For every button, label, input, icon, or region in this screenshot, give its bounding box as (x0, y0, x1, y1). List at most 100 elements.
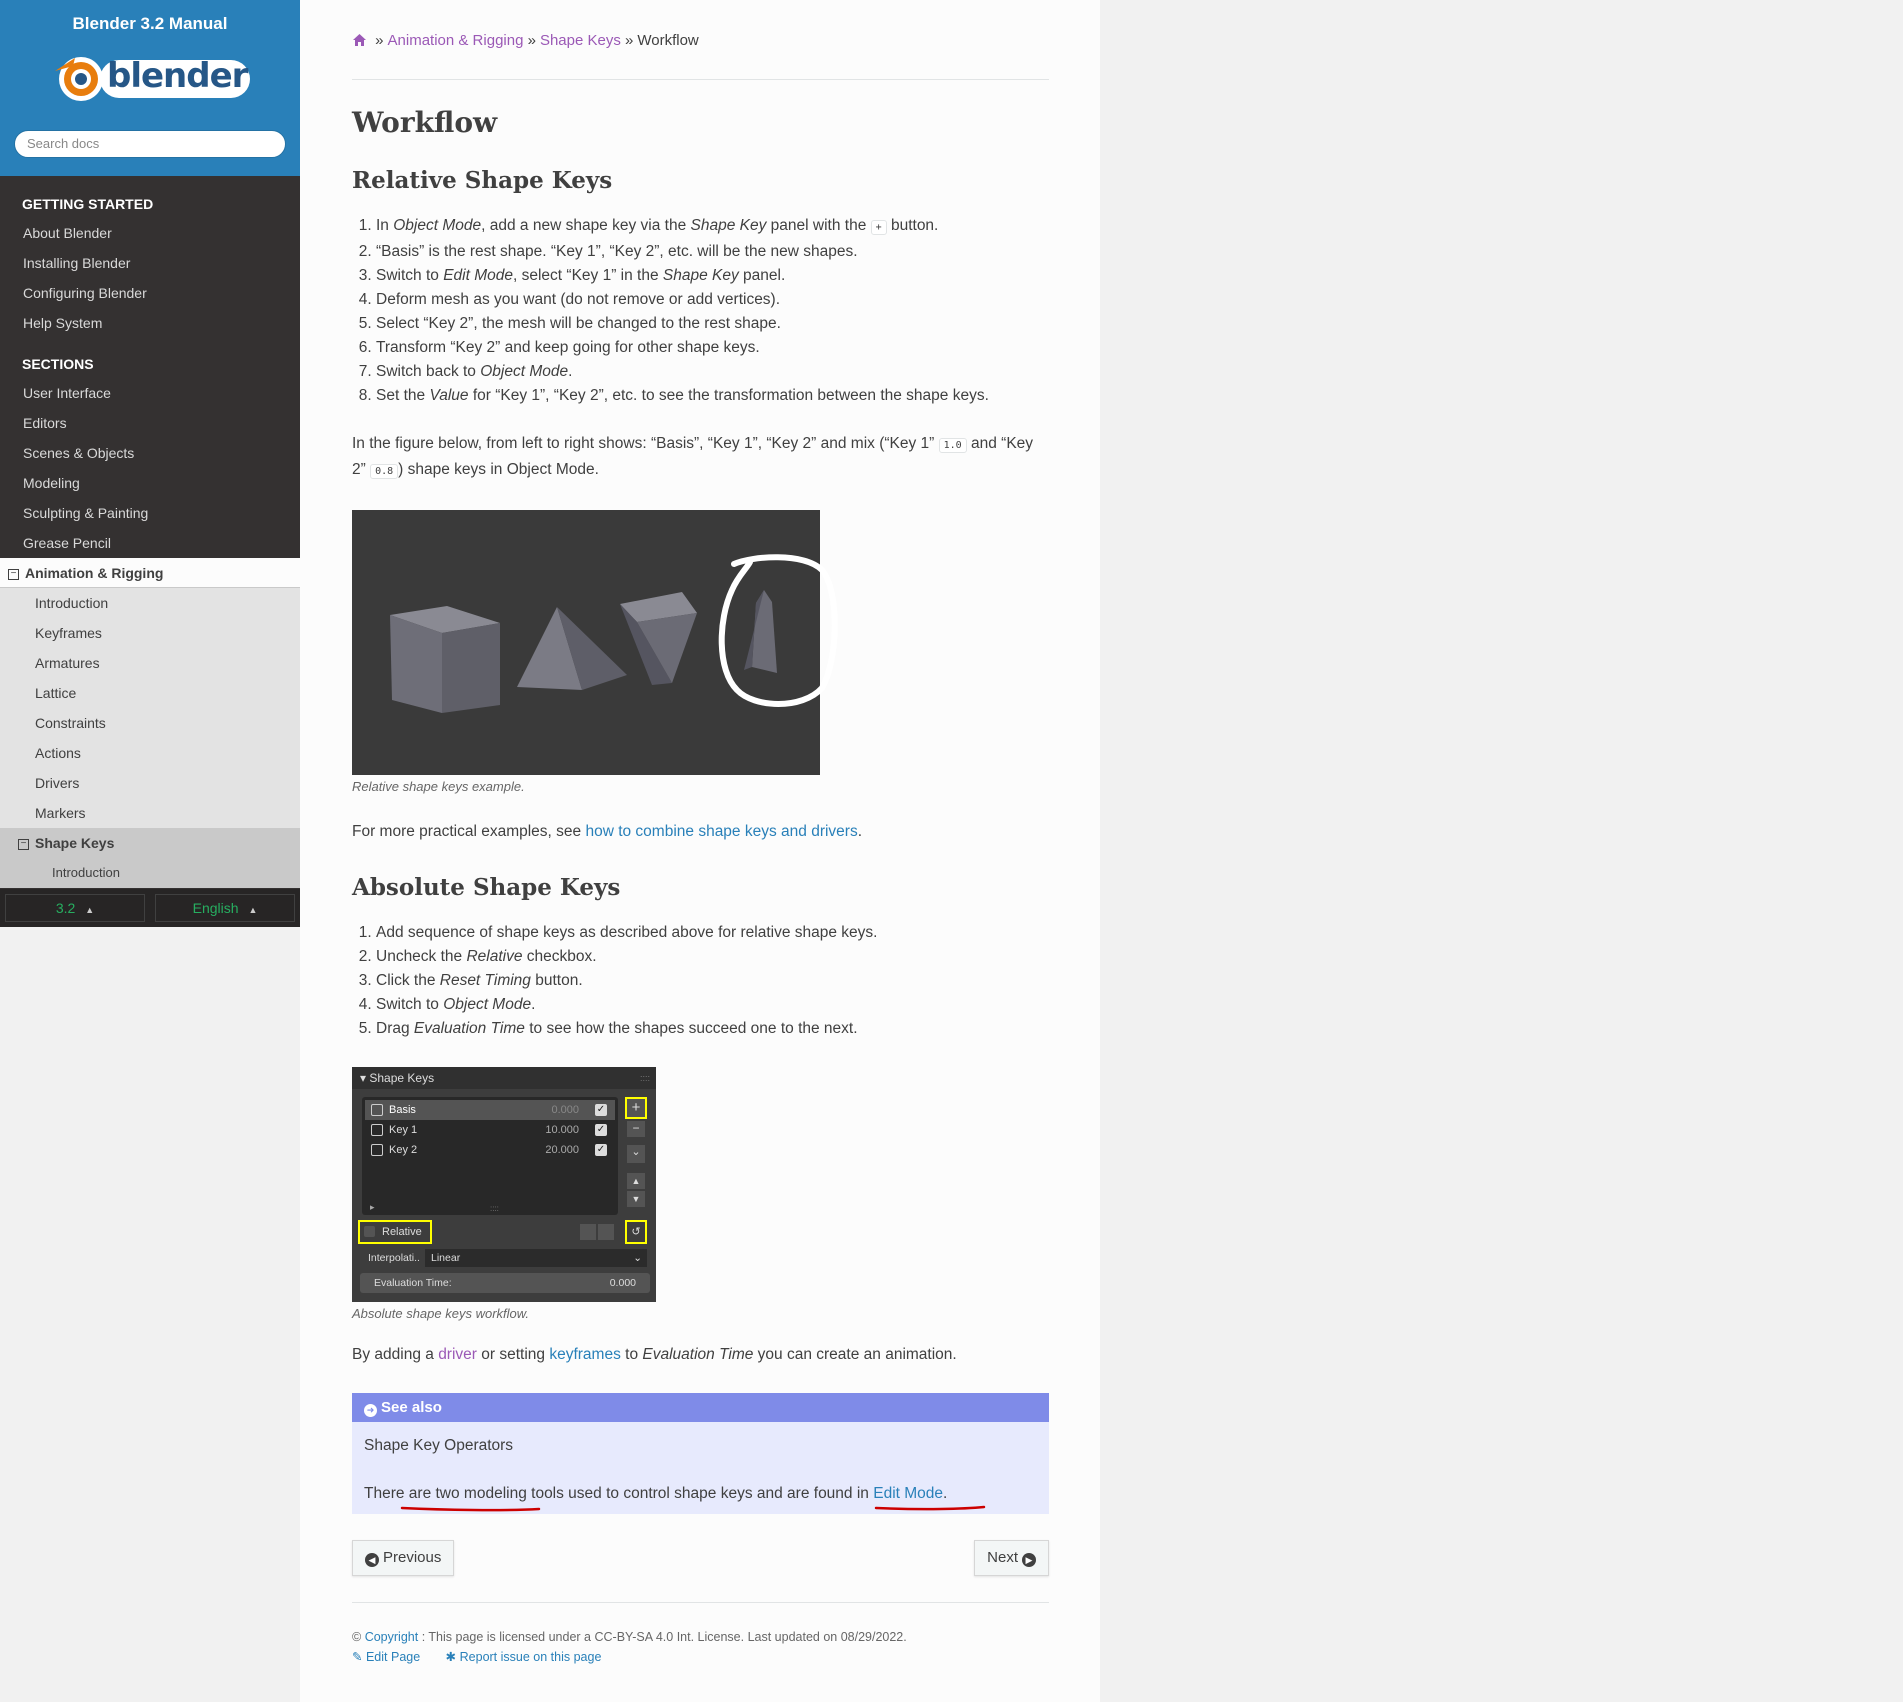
nav-about-blender[interactable]: About Blender (0, 218, 300, 248)
add-shape-key-button[interactable]: + (625, 1097, 647, 1119)
next-button[interactable]: Next ▶ (974, 1540, 1049, 1576)
breadcrumb-sep: » (375, 32, 384, 49)
remove-shape-key-button[interactable]: − (627, 1121, 645, 1137)
nav-editors[interactable]: Editors (0, 408, 300, 438)
nav-user-interface[interactable]: User Interface (0, 378, 300, 408)
list-item: Switch to Object Mode. (376, 993, 1049, 1017)
plus-button-ref: + (870, 220, 887, 235)
figure-caption: Relative shape keys example. (352, 779, 525, 794)
list-item: “Basis” is the rest shape. “Key 1”, “Key… (376, 240, 1049, 264)
caret-up-icon: ▲ (248, 905, 258, 915)
heading-relative: Relative Shape Keys (352, 167, 613, 194)
menu-button[interactable]: ⌄ (627, 1145, 645, 1163)
shape-key-list: Basis 0.000 ✓ Key 1 10.000 ✓ Key 2 20.000 ✓… (362, 1097, 618, 1215)
list-item: Set the Value for “Key 1”, “Key 2”, etc.… (376, 384, 1049, 408)
blender-logo[interactable]: blender (45, 46, 255, 112)
shape-key-row[interactable]: Key 2 20.000 ✓ (365, 1140, 615, 1160)
interpolation-select[interactable]: Linear ⌄ (425, 1249, 647, 1267)
shape-key-row[interactable]: Key 1 10.000 ✓ (365, 1120, 615, 1140)
divider (352, 1602, 1049, 1603)
arrow-circle-icon: ➜ (364, 1404, 377, 1417)
edit-icon: ✎ (352, 1650, 363, 1664)
language-select[interactable]: English ▲ (155, 894, 295, 922)
manual-title[interactable]: Blender 3.2 Manual (0, 14, 300, 34)
nav-help-system[interactable]: Help System (0, 308, 300, 338)
shape-key-row[interactable]: Basis 0.000 ✓ (365, 1100, 615, 1120)
sidebar-header: Blender 3.2 Manual blender Search docs (0, 0, 300, 176)
nav-grease-pencil[interactable]: Grease Pencil (0, 528, 300, 558)
red-annotation-underline (400, 1505, 986, 1512)
list-item: Switch back to Object Mode. (376, 360, 1049, 384)
link-driver[interactable]: driver (438, 1346, 477, 1363)
nav-lattice[interactable]: Lattice (0, 678, 300, 708)
see-also-operators: Shape Key Operators (364, 1437, 514, 1454)
previous-button[interactable]: ◀ Previous (352, 1540, 455, 1576)
absolute-steps: Add sequence of shape keys as described … (352, 921, 1049, 1041)
link-edit-mode[interactable]: Edit Mode (873, 1485, 943, 1502)
see-also-title: ➜ See also (352, 1393, 1049, 1422)
nav-markers[interactable]: Markers (0, 798, 300, 828)
version-select[interactable]: 3.2 ▲ (5, 894, 145, 922)
checkbox-icon[interactable]: ✓ (595, 1104, 607, 1116)
collapse-icon[interactable]: − (8, 568, 19, 580)
relative-checkbox[interactable]: Relative (358, 1220, 432, 1244)
breadcrumb-sep: » (625, 32, 634, 49)
shape-keys-panel-figure[interactable]: ▾ Shape Keys:::: Basis 0.000 ✓ Key 1 10.00… (352, 1067, 656, 1302)
list-item: Select “Key 2”, the mesh will be changed… (376, 312, 1049, 336)
footer: © Copyright : This page is licensed unde… (352, 1627, 1049, 1667)
relative-steps: In Object Mode, add a new shape key via … (352, 214, 1049, 408)
nav-armatures[interactable]: Armatures (0, 648, 300, 678)
move-down-button[interactable]: ▼ (627, 1191, 645, 1207)
edit-page-link[interactable]: ✎ Edit Page (352, 1650, 420, 1664)
nav-actions[interactable]: Actions (0, 738, 300, 768)
link-keyframes[interactable]: keyframes (549, 1346, 621, 1363)
pin-icon[interactable] (580, 1224, 596, 1240)
home-icon[interactable] (352, 33, 367, 51)
nav-configuring-blender[interactable]: Configuring Blender (0, 278, 300, 308)
caption-sections: SECTIONS (22, 356, 94, 372)
nav-drivers[interactable]: Drivers (0, 768, 300, 798)
expand-icon[interactable]: ▸ (370, 1202, 375, 1213)
nav-keyframes[interactable]: Keyframes (0, 618, 300, 648)
nav-installing-blender[interactable]: Installing Blender (0, 248, 300, 278)
nav-shape-keys[interactable]: − Shape Keys (0, 828, 300, 858)
reset-timing-button[interactable]: ↺ (625, 1220, 647, 1244)
breadcrumb: » Animation & Rigging » Shape Keys » Workfl… (352, 32, 1049, 49)
list-item: Transform “Key 2” and keep going for oth… (376, 336, 1049, 360)
nav-constraints[interactable]: Constraints (0, 708, 300, 738)
edit-mode-icon[interactable] (598, 1224, 614, 1240)
bug-icon: ✱ (445, 1650, 457, 1664)
nav-introduction[interactable]: Introduction (0, 588, 300, 618)
nav-shape-keys-introduction[interactable]: Introduction (0, 858, 300, 888)
main-content: » Animation & Rigging » Shape Keys » Workfl… (300, 0, 1100, 1702)
see-also-box: ➜ See also Shape Key Operators There are … (352, 1393, 1049, 1514)
move-up-button[interactable]: ▲ (627, 1173, 645, 1189)
evaluation-time-slider[interactable]: Evaluation Time: 0.000 (360, 1273, 650, 1293)
nav-modeling[interactable]: Modeling (0, 468, 300, 498)
breadcrumb-shape-keys[interactable]: Shape Keys (540, 32, 621, 49)
nav-scenes-objects[interactable]: Scenes & Objects (0, 438, 300, 468)
breadcrumb-animation-rigging[interactable]: Animation & Rigging (388, 32, 524, 49)
figure-intro: In the figure below, from left to right … (352, 435, 1034, 479)
nav-sculpting-painting[interactable]: Sculpting & Painting (0, 498, 300, 528)
animation-text: By adding a driver or setting keyframes … (352, 1346, 957, 1363)
nav-animation-rigging[interactable]: − Animation & Rigging (0, 558, 300, 588)
nav-subsection: Introduction Keyframes Armatures Lattice… (0, 588, 300, 888)
divider (352, 79, 1049, 80)
footer-links: ✎ Edit Page ✱ Report issue on this page (352, 1647, 1049, 1667)
checkbox-icon[interactable]: ✓ (595, 1144, 607, 1156)
see-also-modeling-tools: There are two modeling tools used to con… (364, 1482, 1037, 1512)
copyright-link[interactable]: Copyright (365, 1630, 419, 1644)
relative-shape-keys-figure[interactable] (352, 510, 838, 775)
arrow-right-circle-icon: ▶ (1022, 1553, 1036, 1567)
report-issue-link[interactable]: ✱ Report issue on this page (446, 1650, 602, 1664)
collapse-icon[interactable]: − (18, 838, 29, 850)
search-input[interactable]: Search docs (14, 130, 286, 158)
breadcrumb-sep: » (527, 32, 536, 49)
list-item: Add sequence of shape keys as described … (376, 921, 1049, 945)
link-combine-shape-keys[interactable]: how to combine shape keys and drivers (585, 823, 857, 840)
background-area (1100, 0, 1903, 1702)
checkbox-icon[interactable]: ✓ (595, 1124, 607, 1136)
grip-icon[interactable]: :::: (490, 1204, 499, 1213)
page-title: Workflow (352, 106, 498, 139)
